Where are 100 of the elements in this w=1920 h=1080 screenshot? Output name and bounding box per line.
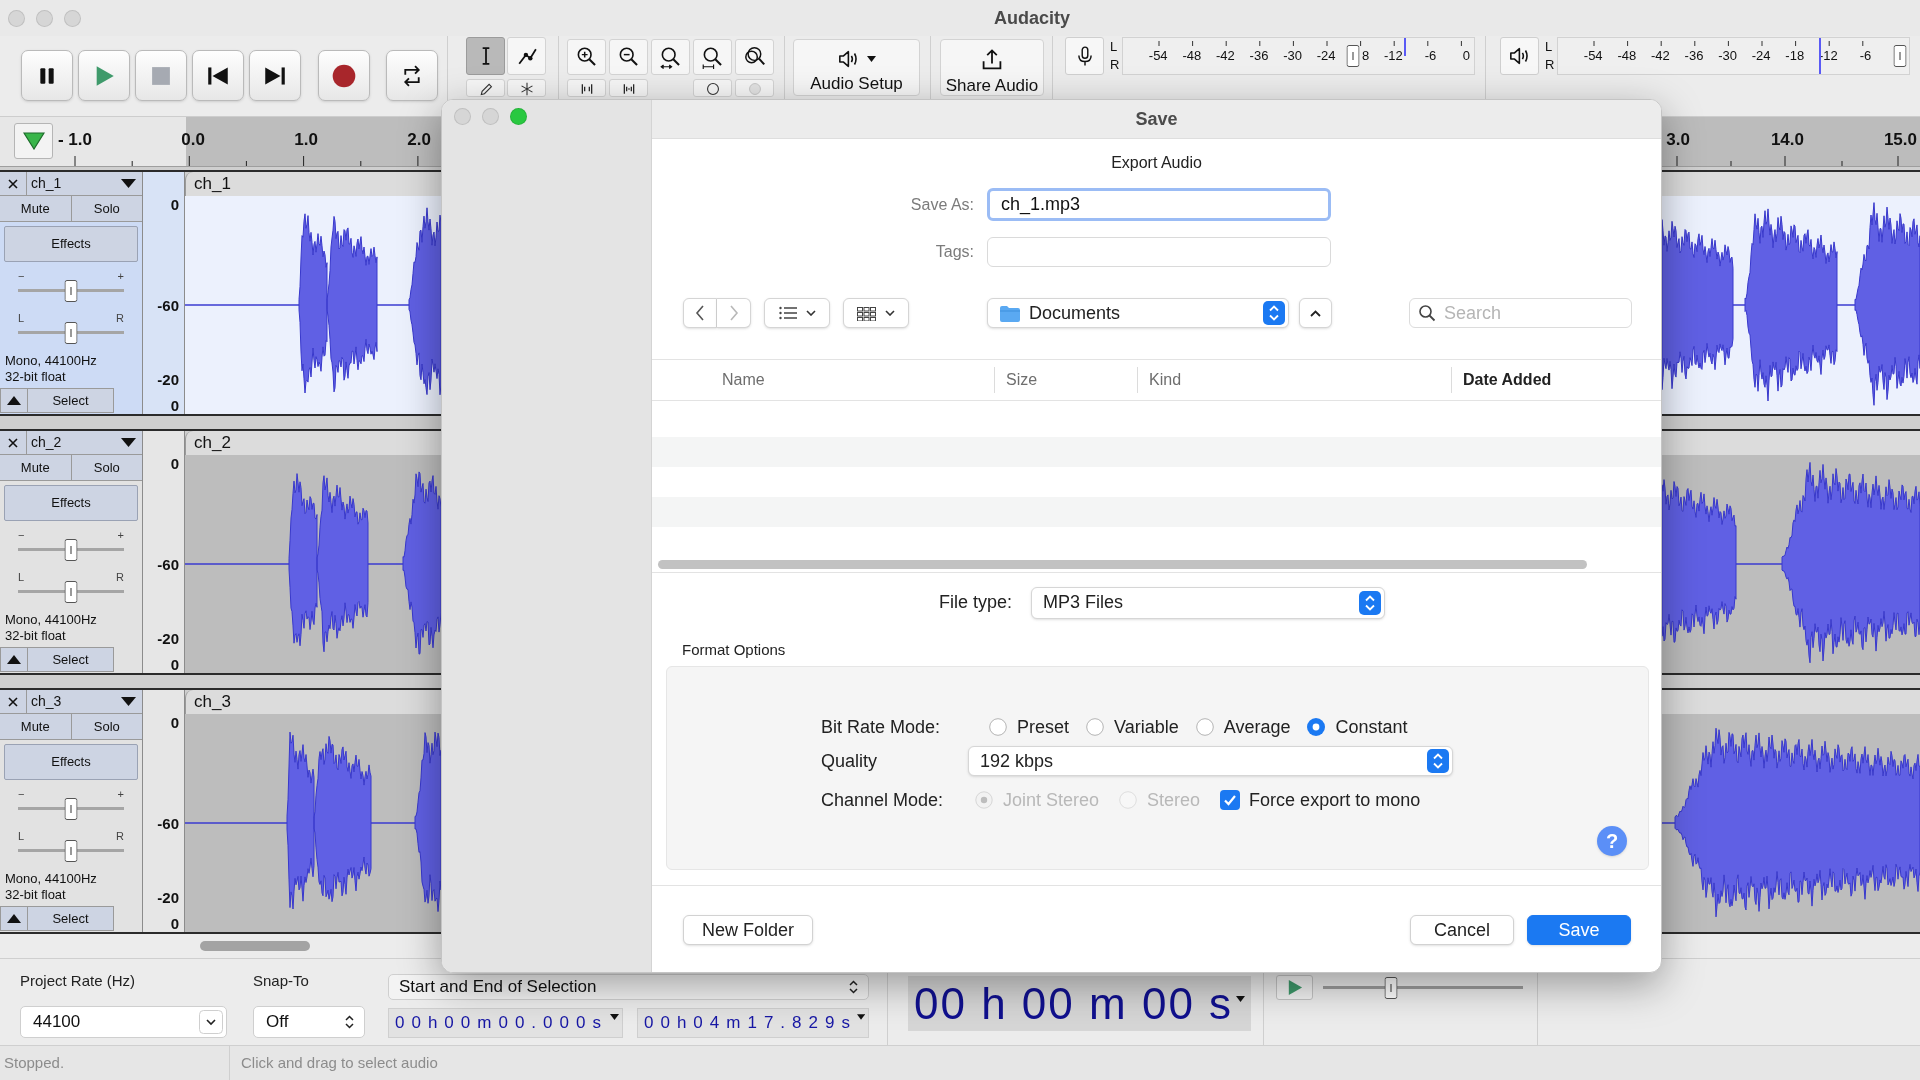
- slider-thumb[interactable]: [64, 538, 78, 561]
- tool-button[interactable]: [507, 37, 546, 75]
- solo-button[interactable]: Solo: [71, 714, 142, 739]
- zoom-toggle-button[interactable]: [735, 39, 774, 75]
- audio-bars-icon: [621, 82, 636, 96]
- effects-button[interactable]: Effects: [4, 226, 138, 262]
- radio-button[interactable]: [1307, 718, 1326, 736]
- tags-field[interactable]: [987, 237, 1331, 267]
- track-name-menu[interactable]: ch_1: [27, 172, 142, 195]
- track-info-text: 32-bit float: [5, 628, 66, 644]
- option-label: Variable: [1114, 715, 1179, 739]
- trim-button[interactable]: [567, 79, 606, 97]
- slider-thumb[interactable]: [64, 797, 78, 820]
- back-button[interactable]: [683, 298, 717, 328]
- radio-button[interactable]: [989, 718, 1007, 736]
- play-button[interactable]: [78, 50, 130, 101]
- tool-button[interactable]: [466, 79, 505, 97]
- scale-label: 0: [170, 715, 179, 731]
- speaker-button[interactable]: [1500, 37, 1539, 75]
- select-button[interactable]: Select: [28, 388, 114, 413]
- grid-icon: [857, 305, 876, 321]
- column-header[interactable]: Date Added: [1463, 368, 1552, 392]
- share-audio-button[interactable]: Share Audio: [940, 39, 1044, 96]
- skip-to-start-button[interactable]: [192, 50, 244, 101]
- radio-button[interactable]: [1195, 718, 1214, 736]
- track-name-menu[interactable]: ch_3: [27, 690, 142, 713]
- microphone-button[interactable]: [1065, 37, 1104, 75]
- mute-button[interactable]: Mute: [0, 714, 72, 739]
- audio-setup-button[interactable]: Audio Setup: [793, 39, 920, 96]
- location-popup[interactable]: Documents: [987, 298, 1289, 328]
- slider-thumb[interactable]: [64, 839, 78, 862]
- select-button[interactable]: Select: [28, 647, 114, 672]
- toolbar-button[interactable]: [693, 79, 732, 97]
- track-info-text: 32-bit float: [5, 369, 66, 385]
- option-label: Joint Stereo: [1003, 788, 1100, 812]
- slider-label: +: [117, 270, 124, 282]
- collapse-button[interactable]: [0, 647, 28, 672]
- select-button[interactable]: Select: [28, 906, 114, 931]
- slider-thumb[interactable]: [64, 580, 78, 603]
- effects-button[interactable]: Effects: [4, 485, 138, 521]
- updown-chevrons-icon: [1427, 749, 1449, 773]
- rate-combobox[interactable]: 44100: [20, 1006, 227, 1038]
- list-view-button[interactable]: [764, 298, 830, 328]
- column-header[interactable]: Name: [722, 368, 765, 392]
- slider-thumb[interactable]: [64, 321, 78, 344]
- tool-button[interactable]: [466, 37, 505, 75]
- fit-selection-button[interactable]: [651, 39, 690, 75]
- dialog-button[interactable]: New Folder: [683, 915, 814, 945]
- file-type-popup[interactable]: MP3 Files: [1031, 586, 1385, 619]
- dropdown-triangle-icon: [1236, 996, 1246, 1002]
- quality-popup[interactable]: 192 kbps: [968, 746, 1453, 776]
- solo-button[interactable]: Solo: [71, 196, 142, 221]
- effects-button[interactable]: Effects: [4, 744, 138, 780]
- checkbox-label: Force export to mono: [1249, 788, 1421, 812]
- skip-to-end-button[interactable]: [249, 50, 301, 101]
- track-name-menu[interactable]: ch_2: [27, 431, 142, 454]
- scrollbar-thumb[interactable]: [200, 941, 310, 951]
- search-field[interactable]: Search: [1409, 298, 1632, 328]
- collapse-button[interactable]: [0, 388, 28, 413]
- radio-button[interactable]: [1086, 718, 1105, 736]
- dialog-subtitle: Export Audio: [1111, 153, 1202, 173]
- collapse-button[interactable]: [0, 906, 28, 931]
- pause-button[interactable]: [21, 50, 73, 101]
- search-input[interactable]: Search: [1444, 300, 1631, 326]
- loop-button[interactable]: [386, 50, 438, 101]
- selection-mode-select[interactable]: Start and End of Selection: [388, 974, 869, 1000]
- filename-field[interactable]: ch_1.mp3: [987, 188, 1331, 221]
- zoom-out-button[interactable]: [609, 39, 648, 75]
- slider-thumb[interactable]: [1893, 45, 1907, 67]
- grid-view-button[interactable]: [843, 298, 909, 328]
- mute-button[interactable]: Mute: [0, 196, 72, 221]
- fit-project-button[interactable]: [693, 39, 732, 75]
- slider-thumb[interactable]: [1346, 45, 1360, 67]
- field-label: Tags:: [935, 242, 974, 262]
- time-field[interactable]: 00h04m17.829s: [637, 1008, 869, 1038]
- slider-thumb[interactable]: [64, 279, 78, 302]
- circle-icon: [747, 82, 762, 96]
- slider-thumb[interactable]: [1384, 976, 1398, 999]
- field-label: Project Rate (Hz): [20, 971, 136, 991]
- zoom-in-button[interactable]: [567, 39, 606, 75]
- dialog-button[interactable]: Cancel: [1410, 915, 1514, 945]
- solo-button[interactable]: Solo: [71, 455, 142, 480]
- channel-label: R: [1110, 56, 1120, 74]
- audio-bars-icon: [579, 82, 594, 96]
- column-header[interactable]: Size: [1006, 368, 1038, 392]
- collapse-button[interactable]: [1299, 298, 1332, 328]
- play-icon: [1286, 979, 1304, 996]
- record-button[interactable]: [318, 50, 370, 101]
- column-header[interactable]: Kind: [1149, 368, 1182, 392]
- save-button[interactable]: Save: [1527, 915, 1631, 945]
- scrollbar-thumb[interactable]: [658, 560, 1587, 569]
- time-field[interactable]: 00h00m00.000s: [388, 1008, 623, 1038]
- silence-button[interactable]: [609, 79, 648, 97]
- play-at-speed-button[interactable]: [1276, 975, 1314, 1000]
- mute-button[interactable]: Mute: [0, 455, 72, 480]
- scale-label: -20: [157, 372, 179, 388]
- checkbox[interactable]: [1220, 790, 1241, 810]
- snap-to-select[interactable]: Off: [253, 1006, 365, 1038]
- time-display[interactable]: 00 h 00 m 00 s: [908, 976, 1252, 1031]
- playhead-button[interactable]: [14, 123, 53, 159]
